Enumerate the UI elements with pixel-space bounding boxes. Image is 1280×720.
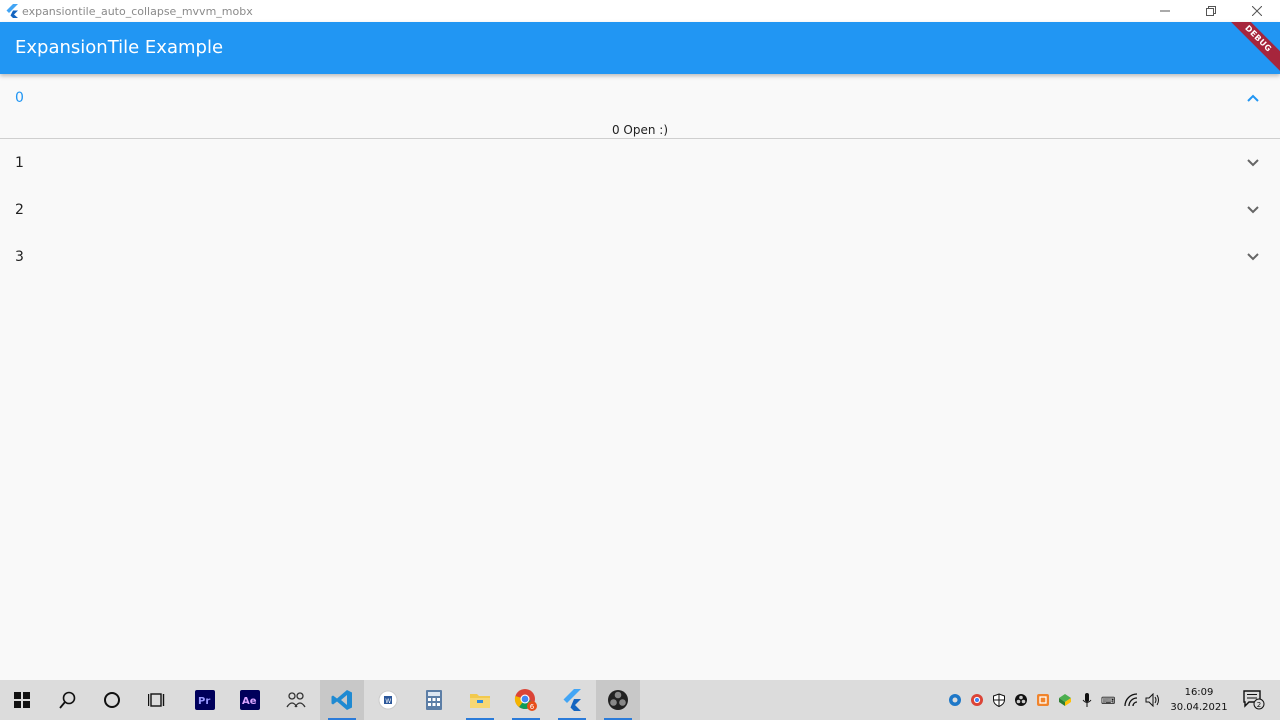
cortana-button[interactable]	[90, 680, 134, 720]
window-titlebar[interactable]: expansiontile_auto_collapse_mvvm_mobx	[0, 0, 1280, 22]
tile-title: 0	[15, 90, 24, 106]
premiere-pro-icon: Pr	[195, 690, 215, 710]
after-effects-icon: Ae	[240, 690, 260, 710]
tray-obs-icon[interactable]	[1010, 680, 1032, 720]
flutter-icon	[563, 689, 581, 711]
action-center-button[interactable]: 2	[1236, 680, 1272, 720]
chevron-down-icon[interactable]	[1246, 156, 1260, 170]
search-icon	[59, 691, 76, 709]
file-explorer-button[interactable]	[458, 680, 502, 720]
close-button[interactable]	[1234, 0, 1280, 22]
notification-icon: 2	[1243, 690, 1265, 710]
tile-title: 2	[15, 202, 24, 218]
app-window: expansiontile_auto_collapse_mvvm_mobx Ex…	[0, 0, 1280, 720]
app-bar-title: ExpansionTile Example	[15, 37, 224, 58]
calculator-icon	[426, 690, 442, 710]
start-button[interactable]	[0, 680, 44, 720]
chrome-button[interactable]: 6	[504, 680, 548, 720]
close-icon	[1252, 6, 1262, 16]
expansion-tile-0[interactable]: 0	[0, 74, 1280, 123]
chrome-badge: 6	[530, 703, 535, 711]
microphone-icon[interactable]	[1076, 680, 1098, 720]
svg-text:Pr: Pr	[198, 696, 210, 707]
expansion-tile-2[interactable]: 2	[0, 186, 1280, 233]
premiere-pro-button[interactable]: Pr	[183, 680, 227, 720]
clock-time: 16:09	[1184, 687, 1214, 698]
tile-title: 1	[15, 155, 24, 171]
tray-shield-icon[interactable]	[988, 680, 1010, 720]
tray-chrome-icon[interactable]	[966, 680, 988, 720]
word-icon: W	[378, 690, 398, 710]
vscode-button[interactable]	[320, 680, 364, 720]
tile-content-text: 0 Open :)	[611, 123, 669, 137]
word-button[interactable]: W	[366, 680, 410, 720]
windows-start-icon	[14, 692, 30, 708]
minimize-icon	[1160, 10, 1170, 12]
svg-text:Ae: Ae	[242, 696, 257, 707]
volume-icon[interactable]	[1142, 680, 1164, 720]
search-button[interactable]	[46, 680, 90, 720]
chevron-down-icon[interactable]	[1246, 250, 1260, 264]
taskbar-clock[interactable]: 16:09 30.04.2021	[1166, 685, 1232, 715]
wifi-icon[interactable]	[1120, 680, 1142, 720]
expansion-tile-0-content: 0 Open :)	[0, 123, 1280, 138]
chevron-down-icon[interactable]	[1246, 203, 1260, 217]
flutter-app-icon	[4, 3, 20, 19]
chevron-up-icon[interactable]	[1246, 91, 1260, 105]
tray-colorful-icon[interactable]	[1054, 680, 1076, 720]
notification-count: 2	[1257, 701, 1261, 709]
debug-banner: DEBUG	[1219, 22, 1280, 74]
svg-text:W: W	[385, 698, 391, 705]
expansion-tile-list: 0 0 Open :) 1 2 3	[0, 74, 1280, 280]
keyboard-icon[interactable]: ⌨	[1098, 680, 1120, 720]
minimize-button[interactable]	[1142, 0, 1188, 22]
tile-title: 3	[15, 249, 24, 265]
obs-icon	[608, 690, 628, 710]
calculator-button[interactable]	[412, 680, 456, 720]
restore-icon	[1206, 6, 1216, 16]
cortana-icon	[104, 692, 120, 708]
restore-button[interactable]	[1188, 0, 1234, 22]
obs-button[interactable]	[596, 680, 640, 720]
tray-box-icon[interactable]	[1032, 680, 1054, 720]
people-icon	[286, 692, 306, 708]
svg-text:⌨: ⌨	[1101, 696, 1115, 707]
taskbar: Pr Ae W 6 ⌨ 16:09 30.04.2021 2	[0, 680, 1280, 720]
file-explorer-icon	[470, 694, 490, 708]
vscode-icon	[331, 690, 352, 710]
flutter-button[interactable]	[550, 680, 594, 720]
people-button[interactable]	[274, 680, 318, 720]
clock-date: 30.04.2021	[1170, 702, 1228, 713]
task-view-button[interactable]	[135, 680, 179, 720]
tray-edge-icon[interactable]	[944, 680, 966, 720]
expansion-tile-3[interactable]: 3	[0, 233, 1280, 280]
task-view-icon	[148, 693, 165, 707]
chrome-icon: 6	[514, 689, 537, 711]
window-controls	[1142, 0, 1280, 22]
after-effects-button[interactable]: Ae	[228, 680, 272, 720]
expansion-tile-1[interactable]: 1	[0, 139, 1280, 186]
window-title: expansiontile_auto_collapse_mvvm_mobx	[22, 4, 253, 18]
app-bar: ExpansionTile Example DEBUG	[0, 22, 1280, 74]
system-tray: ⌨	[944, 680, 1164, 720]
